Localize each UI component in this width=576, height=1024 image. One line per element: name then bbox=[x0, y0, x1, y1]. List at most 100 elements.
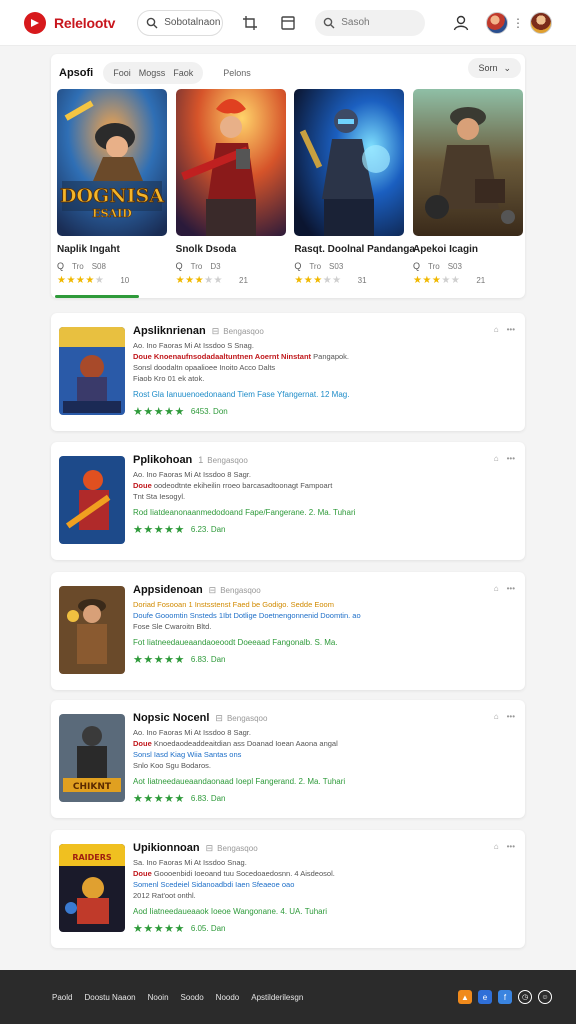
desc-text: Knoedaodeaddeaitdian ass Doanad Ioean Aa… bbox=[153, 739, 338, 748]
sort-dropdown[interactable]: Sorn ⌄ bbox=[468, 58, 521, 78]
user-icon[interactable] bbox=[450, 12, 472, 34]
game-name[interactable]: Snolk Dsoda bbox=[176, 244, 286, 255]
featured-game-card[interactable]: DOGNISA ESAID Naplik Ingaht Q Tro S08 ★★… bbox=[57, 89, 167, 286]
more-icon[interactable]: ••• bbox=[507, 325, 515, 334]
game-category: Bengasqoo bbox=[207, 455, 248, 465]
share-icon[interactable]: ⌂ bbox=[494, 325, 499, 334]
more-icon[interactable]: ••• bbox=[507, 454, 515, 463]
game-name[interactable]: Naplik Ingaht bbox=[57, 244, 167, 255]
bookmark-icon[interactable]: ⊟ bbox=[206, 843, 214, 854]
chip-filter-3[interactable]: Faok bbox=[173, 68, 193, 78]
star-rating-icon: ★★★★★ bbox=[57, 275, 105, 286]
footer-link[interactable]: Nooin bbox=[148, 993, 169, 1002]
search-icon bbox=[146, 17, 158, 28]
game-list-title-row: Appsidenoan ⊟ Bengasqoo bbox=[133, 584, 513, 596]
star-rating-icon: ★★★★★ bbox=[294, 275, 342, 286]
share-icon[interactable]: ⌂ bbox=[494, 454, 499, 463]
more-icon[interactable]: ••• bbox=[507, 584, 515, 593]
crop-icon[interactable] bbox=[239, 12, 261, 34]
chip-filter-1[interactable]: Fooi bbox=[113, 68, 131, 78]
game-title[interactable]: Nopsic Nocenl bbox=[133, 712, 209, 724]
game-cover-image[interactable] bbox=[294, 89, 405, 236]
game-cover-image[interactable]: DOGNISA ESAID bbox=[57, 89, 167, 236]
game-desc-line: Doue oodeodtnte ekiheilin rroeo barcasad… bbox=[133, 480, 513, 491]
game-desc-line: Ao. Ino Faoras Mi At Issdoo 8 Sagr. bbox=[133, 470, 251, 479]
game-thumbnail[interactable] bbox=[59, 327, 125, 415]
bookmark-icon[interactable]: ⊟ bbox=[215, 713, 223, 724]
game-thumbnail[interactable]: RAIDERS bbox=[59, 844, 125, 932]
primary-search-input[interactable]: Sobotalnaon bbox=[137, 9, 224, 36]
brand-name[interactable]: Relelootv bbox=[54, 15, 115, 31]
game-list-item[interactable]: RAIDERS Upikionnoan ⊟ Bengasqoo Sa. Ino … bbox=[51, 830, 525, 948]
game-list-item[interactable]: Pplikohoan 1 Bengasqoo Ao. Ino Faoras Mi… bbox=[51, 442, 525, 560]
bookmark-icon[interactable]: ⊟ bbox=[209, 585, 217, 596]
game-thumbnail[interactable] bbox=[59, 586, 125, 674]
game-list-item[interactable]: Appsidenoan ⊟ Bengasqoo Doriad Fosooan 1… bbox=[51, 572, 525, 690]
game-rating: ★★★★★ 6.05. Dan bbox=[133, 922, 513, 935]
game-list-body: Upikionnoan ⊟ Bengasqoo Sa. Ino Faoras M… bbox=[133, 842, 513, 935]
chip-filter-2[interactable]: Mogss bbox=[139, 68, 166, 78]
featured-game-card[interactable]: Snolk Dsoda Q Tro D3 ★★★★★ 21 bbox=[175, 89, 286, 286]
game-meta-b: S03 bbox=[447, 261, 462, 271]
game-name[interactable]: Apekoi Icagin bbox=[413, 244, 523, 255]
footer-links: Paold Doostu Naaon Nooin Soodo Noodo Aps… bbox=[52, 993, 303, 1002]
game-title[interactable]: Upikionnoan bbox=[133, 842, 200, 854]
footer-link[interactable]: Apstilderilesgn bbox=[251, 993, 303, 1002]
more-icon[interactable]: ⋮ bbox=[512, 16, 524, 30]
more-icon[interactable]: ••• bbox=[507, 842, 515, 851]
smile-icon[interactable]: ☺ bbox=[538, 990, 552, 1004]
orange-app-icon[interactable]: ▲ bbox=[458, 990, 472, 1004]
footer-link[interactable]: Doostu Naaon bbox=[84, 993, 135, 1002]
profile-avatar[interactable] bbox=[530, 11, 552, 34]
share-icon[interactable]: ⌂ bbox=[494, 842, 499, 851]
game-title[interactable]: Apsliknrienan bbox=[133, 325, 206, 337]
primary-search-placeholder: Sobotalnaon bbox=[164, 17, 221, 28]
featured-link[interactable]: Pelons bbox=[223, 68, 251, 78]
game-cover-image[interactable] bbox=[175, 89, 286, 236]
logo-icon[interactable] bbox=[24, 11, 46, 34]
blue2-app-icon[interactable]: f bbox=[498, 990, 512, 1004]
game-name[interactable]: Rasqt. Doolnal Pandanga bbox=[294, 244, 415, 255]
game-cover-image[interactable] bbox=[412, 89, 523, 236]
footer-link[interactable]: Paold bbox=[52, 993, 72, 1002]
more-icon[interactable]: ••• bbox=[507, 712, 515, 721]
game-release-info: Rost Gla Ianuuenoedonaand Tiem Fase Yfan… bbox=[133, 390, 350, 399]
footer-link[interactable]: Noodo bbox=[216, 993, 240, 1002]
game-rating: ★★★★★ 10 bbox=[57, 275, 167, 286]
game-thumbnail[interactable]: CHIKNT bbox=[59, 714, 125, 802]
game-list-title-row: Nopsic Nocenl ⊟ Bengasqoo bbox=[133, 712, 513, 724]
game-price: 6.23. Dan bbox=[190, 525, 226, 534]
avatar-container[interactable] bbox=[486, 11, 508, 34]
game-list-body: Apsliknrienan ⊟ Bengasqoo Ao. Ino Faoras… bbox=[133, 325, 513, 418]
bookmark-icon[interactable]: ⊟ bbox=[212, 326, 220, 337]
search-icon: Q bbox=[294, 261, 302, 271]
game-desc-line: Ao. Ino Faoras Mi At Issdoo 8 Sagr. bbox=[133, 728, 251, 737]
featured-game-card[interactable]: Rasqt. Doolnal Pandanga Q Tro S03 ★★★★★ … bbox=[294, 89, 415, 286]
clock-icon[interactable]: ◷ bbox=[518, 990, 532, 1004]
featured-game-card[interactable]: Apekoi Icagin Q Tro S03 ★★★★★ 21 bbox=[412, 89, 523, 286]
filter-chips: Fooi Mogss Faok bbox=[103, 62, 204, 84]
game-rating: ★★★★★ 31 bbox=[294, 275, 404, 286]
game-desc-line: Doriad Fosooan 1 Instsstenst Faed be God… bbox=[133, 600, 334, 609]
game-list-item[interactable]: Apsliknrienan ⊟ Bengasqoo Ao. Ino Faoras… bbox=[51, 313, 525, 431]
blue-app-icon[interactable]: e bbox=[478, 990, 492, 1004]
card-actions: ⌂ ••• bbox=[494, 454, 515, 463]
share-icon[interactable]: ⌂ bbox=[494, 584, 499, 593]
footer-link[interactable]: Soodo bbox=[181, 993, 204, 1002]
game-thumbnail[interactable] bbox=[59, 456, 125, 544]
game-category: Bengasqoo bbox=[217, 843, 258, 853]
share-icon[interactable]: ⌂ bbox=[494, 712, 499, 721]
search-icon: Q bbox=[412, 261, 420, 271]
game-list-item[interactable]: CHIKNT Nopsic Nocenl ⊟ Bengasqoo Ao. Ino… bbox=[51, 700, 525, 818]
game-title[interactable]: Pplikohoan bbox=[133, 454, 192, 466]
thumb-title: CHIKNT bbox=[73, 782, 112, 792]
window-icon[interactable] bbox=[277, 12, 299, 34]
secondary-search-input[interactable]: Sasoh bbox=[315, 9, 426, 36]
star-rating-icon: ★★★★★ bbox=[133, 524, 185, 536]
game-title[interactable]: Appsidenoan bbox=[133, 584, 203, 596]
bookmark-icon[interactable]: 1 bbox=[198, 455, 203, 465]
featured-grid: DOGNISA ESAID Naplik Ingaht Q Tro S08 ★★… bbox=[57, 89, 523, 286]
avatar[interactable] bbox=[486, 11, 508, 34]
active-tab-indicator bbox=[55, 295, 139, 298]
card-actions: ⌂ ••• bbox=[494, 842, 515, 851]
